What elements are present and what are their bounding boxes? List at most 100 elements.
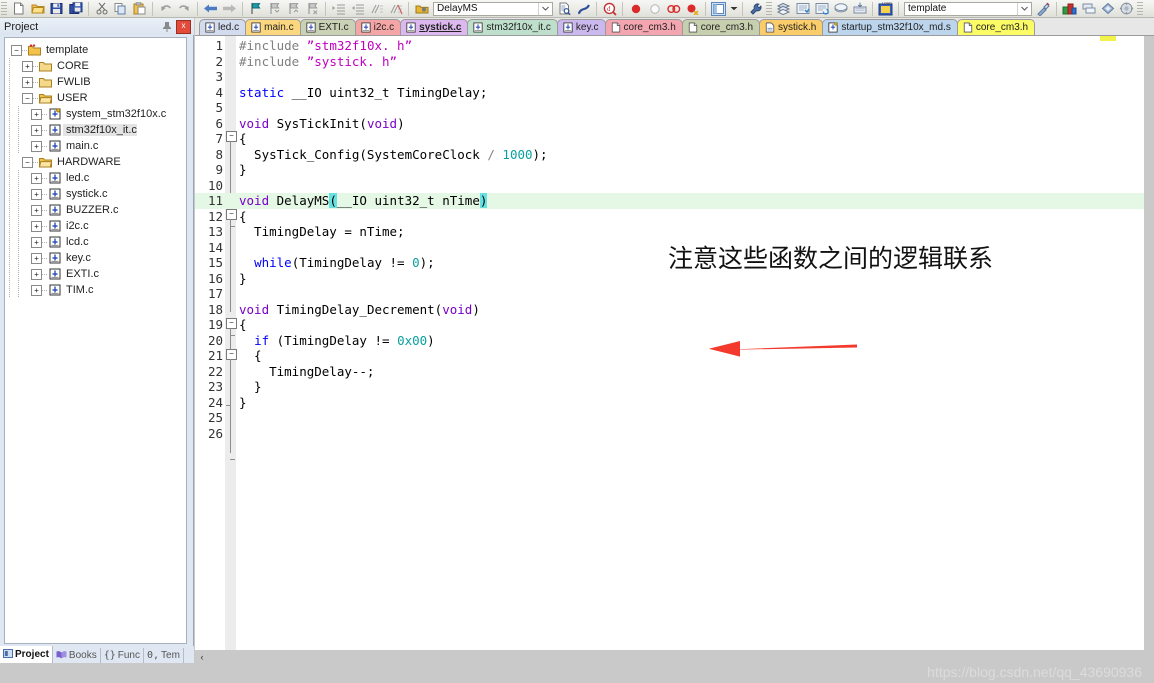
tree-node-key-c[interactable]: + key.c	[5, 250, 186, 266]
expander-icon[interactable]: +	[31, 172, 42, 184]
doc-tab-i2c-c[interactable]: i2c.c	[354, 19, 402, 35]
save-all-icon[interactable]	[66, 1, 85, 17]
kill-all-breakpoints-icon[interactable]	[664, 1, 683, 17]
function-combo[interactable]: DelayMS	[433, 1, 553, 16]
doc-tab-systick-h[interactable]: systick.h	[759, 19, 824, 35]
scroll-left-arrow-icon[interactable]: ‹	[195, 650, 209, 663]
indent-icon[interactable]	[329, 1, 348, 17]
expander-icon[interactable]: +	[31, 220, 42, 232]
expander-icon[interactable]: +	[31, 140, 42, 152]
code-editor[interactable]: − − − − 1 #include ”stm32f10x. h” 2 #inclu…	[195, 36, 1154, 650]
batch-build-icon[interactable]	[831, 1, 850, 17]
outdent-icon[interactable]	[348, 1, 367, 17]
doc-tab-core-cm3-h-3[interactable]: core_cm3.h	[956, 19, 1036, 35]
target-combo[interactable]: template	[904, 1, 1032, 16]
tab-books[interactable]: Books	[53, 648, 101, 663]
undo-icon[interactable]	[156, 1, 175, 17]
tree-node-stm32f10x-it-c[interactable]: + stm32f10x_it.c	[5, 122, 186, 138]
tab-functions[interactable]: {} Func	[101, 648, 144, 663]
doc-tab-main-c[interactable]: main.c	[245, 19, 301, 35]
navigate-forward-icon[interactable]	[220, 1, 239, 17]
close-icon[interactable]: x	[176, 19, 191, 34]
download-icon[interactable]	[850, 1, 869, 17]
redo-icon[interactable]	[175, 1, 194, 17]
doc-tab-exti-c[interactable]: EXTI.c	[299, 19, 356, 35]
tree-node-i2c-c[interactable]: + i2c.c	[5, 218, 186, 234]
save-icon[interactable]	[47, 1, 66, 17]
find-in-files-icon[interactable]	[555, 1, 574, 17]
bookmark-flag-icon[interactable]	[574, 1, 593, 17]
manage-project-icon[interactable]	[1079, 1, 1098, 17]
expander-icon[interactable]: +	[22, 60, 33, 72]
tree-node-template[interactable]: − template	[5, 42, 186, 58]
pin-icon[interactable]	[160, 20, 174, 34]
expander-icon[interactable]: +	[22, 76, 33, 88]
insert-breakpoint-icon[interactable]	[626, 1, 645, 17]
configure-target-icon[interactable]	[746, 1, 765, 17]
bookmark-prev-icon[interactable]	[284, 1, 303, 17]
rebuild-icon[interactable]	[812, 1, 831, 17]
project-tree[interactable]: − template + CORE + FWLIB − USER + syste…	[4, 37, 187, 644]
disable-all-breakpoints-icon[interactable]	[683, 1, 702, 17]
tree-node-hardware[interactable]: − HARDWARE	[5, 154, 186, 170]
doc-tab-core-cm3-h-2[interactable]: core_cm3.h	[681, 19, 761, 35]
doc-tab-stm32f10x-it-c[interactable]: stm32f10x_it.c	[467, 19, 558, 35]
tree-node-main-c[interactable]: + main.c	[5, 138, 186, 154]
expander-icon[interactable]: −	[22, 156, 33, 168]
expander-icon[interactable]: +	[31, 204, 42, 216]
comment-icon[interactable]	[367, 1, 386, 17]
chevron-down-icon[interactable]	[538, 2, 552, 15]
tree-node-core[interactable]: + CORE	[5, 58, 186, 74]
tree-node-fwlib[interactable]: + FWLIB	[5, 74, 186, 90]
expander-icon[interactable]: +	[31, 124, 42, 136]
expander-icon[interactable]: +	[31, 284, 42, 296]
tree-node-led-c[interactable]: + led.c	[5, 170, 186, 186]
paste-icon[interactable]	[130, 1, 149, 17]
toolbar-grip-3[interactable]	[1137, 1, 1143, 16]
new-file-icon[interactable]	[9, 1, 28, 17]
tree-node-user[interactable]: − USER	[5, 90, 186, 106]
multi-project-icon[interactable]	[1098, 1, 1117, 17]
doc-tab-key-c[interactable]: key.c	[556, 19, 606, 35]
tab-project[interactable]: Project	[0, 646, 53, 663]
tree-node-systick-c[interactable]: + systick.c	[5, 186, 186, 202]
chevron-down-icon-2[interactable]	[1017, 2, 1031, 15]
cut-icon[interactable]	[92, 1, 111, 17]
doc-tab-startup-stm32f10x-md-s[interactable]: startup_stm32f10x_md.s	[822, 19, 958, 35]
expander-icon[interactable]: +	[31, 252, 42, 264]
open-folder-icon[interactable]	[28, 1, 47, 17]
doc-tab-led-c[interactable]: led.c	[199, 19, 247, 35]
translate-icon[interactable]	[774, 1, 793, 17]
function-list-icon[interactable]	[412, 1, 431, 17]
target-options-icon[interactable]	[1034, 1, 1053, 17]
bookmark-icon[interactable]	[246, 1, 265, 17]
tree-node-lcd-c[interactable]: + lcd.c	[5, 234, 186, 250]
expander-icon[interactable]: −	[22, 92, 33, 104]
tree-node-exti-c[interactable]: + EXTI.c	[5, 266, 186, 282]
copy-icon[interactable]	[111, 1, 130, 17]
expander-icon[interactable]: +	[31, 268, 42, 280]
window-dropdown-icon[interactable]	[728, 1, 739, 17]
uncomment-icon[interactable]	[386, 1, 405, 17]
navigate-back-icon[interactable]	[201, 1, 220, 17]
tree-node-system-stm32f10x-c[interactable]: + system_stm32f10x.c	[5, 106, 186, 122]
disable-breakpoint-icon[interactable]	[645, 1, 664, 17]
load-icon[interactable]: LOAD	[876, 1, 895, 17]
bookmark-clear-icon[interactable]	[303, 1, 322, 17]
pack-installer-icon[interactable]	[1117, 1, 1136, 17]
expander-icon[interactable]: +	[31, 188, 42, 200]
expander-icon[interactable]: −	[11, 44, 22, 56]
tree-node-buzzer-c[interactable]: + BUZZER.c	[5, 202, 186, 218]
window-layout-icon[interactable]	[709, 1, 728, 17]
doc-tab-core-cm3-h-1[interactable]: core_cm3.h	[604, 19, 683, 35]
toolbar-grip-2[interactable]	[766, 1, 772, 16]
build-icon[interactable]	[793, 1, 812, 17]
bookmark-next-icon[interactable]	[265, 1, 284, 17]
tree-node-tim-c[interactable]: + TIM.c	[5, 282, 186, 298]
editor-horizontal-scrollbar[interactable]: ‹	[195, 650, 1154, 663]
expander-icon[interactable]: +	[31, 236, 42, 248]
tab-templates[interactable]: 0, Tem	[144, 648, 184, 663]
expander-icon[interactable]: +	[31, 108, 42, 120]
find-icon[interactable]: d	[600, 1, 619, 17]
components-icon[interactable]	[1060, 1, 1079, 17]
